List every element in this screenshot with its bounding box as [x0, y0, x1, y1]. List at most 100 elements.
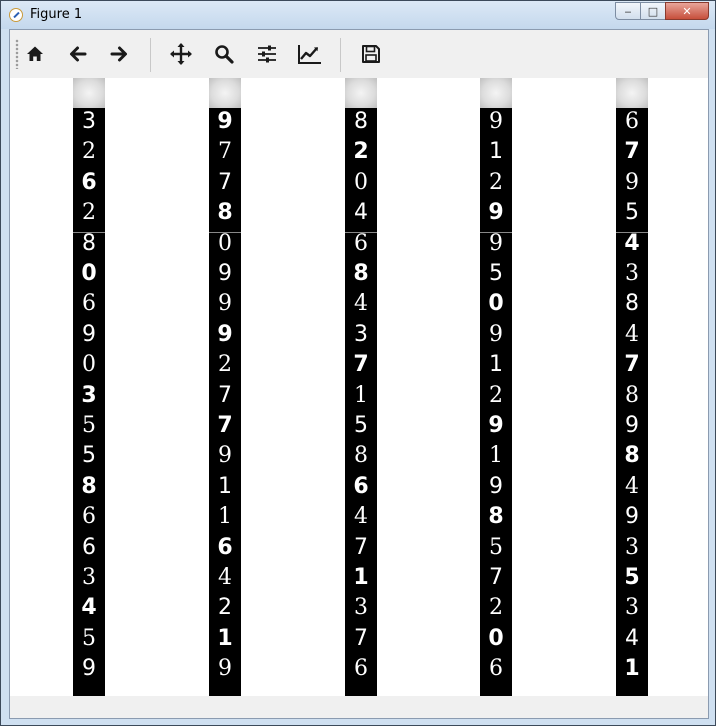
digit-sample: 4	[625, 625, 639, 651]
digit-sample: 3	[82, 565, 96, 590]
save-button[interactable]	[357, 40, 385, 68]
digit-sample: 0	[81, 261, 97, 286]
digit-sample: 1	[354, 382, 368, 408]
digit-sample: 1	[489, 352, 503, 378]
digit-sample: 3	[625, 534, 639, 560]
subplots-icon	[258, 45, 276, 63]
digit-sample: 8	[354, 109, 368, 134]
digit-sample: 9	[82, 321, 96, 347]
digit-sample: 4	[354, 200, 368, 226]
configure-subplots-button[interactable]	[253, 40, 281, 68]
minimize-button[interactable]: ‒	[615, 2, 641, 20]
digit-sample: 6	[353, 473, 369, 499]
image-strip: 3 2 6 2 8 0 6 9 0 3 5 5 8 6 6 3 4 5 9	[73, 78, 105, 696]
status-bar	[10, 696, 708, 718]
digit-sample: 2	[82, 139, 96, 165]
digit-sample: 9	[488, 413, 504, 438]
pan-button[interactable]	[167, 40, 195, 68]
digit-sample: 8	[625, 382, 639, 408]
home-icon	[27, 46, 43, 61]
digit-sample: 9	[489, 473, 503, 499]
digit-sample: 1	[217, 625, 233, 651]
image-strip: 6 7 9 5 4 3 8 4 7 8 9 8 4 9 3 5 3 4 1	[616, 78, 648, 696]
image-strip: 9 1 2 9 9 5 0 9 1 2 9 1 9 8 5 7 2 0 6	[480, 78, 512, 696]
digit-sample: 9	[217, 109, 233, 134]
digit-sample: 7	[353, 352, 369, 378]
edit-axis-button[interactable]	[296, 40, 324, 68]
close-button[interactable]: ✕	[665, 2, 709, 20]
back-icon	[70, 46, 87, 62]
digit-sample: 8	[624, 443, 640, 469]
digit-sample: 9	[625, 169, 639, 195]
digit-sample: 9	[625, 504, 639, 530]
digit-sample: 0	[82, 352, 96, 378]
digit-sample: 9	[625, 413, 639, 438]
close-icon: ✕	[682, 4, 692, 18]
digit-sample: 0	[488, 625, 504, 651]
digit-sample: 7	[489, 565, 503, 590]
digit-sample: 1	[353, 565, 369, 590]
digit-sample: 8	[217, 200, 233, 226]
digit-sample: 0	[218, 230, 232, 256]
digit-sample: 4	[625, 321, 639, 347]
digit-sample: 6	[489, 656, 503, 682]
digit-sample: 5	[82, 625, 96, 651]
digit-sample: 2	[82, 200, 96, 226]
digit-sample: 7	[217, 413, 233, 438]
digit-sample: 1	[218, 504, 232, 530]
digit-sample: 6	[82, 504, 96, 530]
strip-header-image	[480, 78, 512, 108]
save-icon	[362, 45, 380, 63]
edit-axis-icon	[298, 45, 321, 64]
digit-sample: 3	[625, 261, 639, 286]
pan-icon	[170, 43, 192, 65]
zoom-icon	[215, 45, 234, 64]
digit-sample: 9	[82, 656, 96, 682]
digit-sample: 2	[353, 139, 369, 165]
digit-sample: 6	[217, 534, 233, 560]
back-button[interactable]	[64, 40, 92, 68]
digit-sample: 5	[625, 200, 639, 226]
digit-sample: 0	[488, 291, 504, 317]
digit-sample: 7	[218, 169, 232, 195]
digit-sample: 7	[354, 625, 368, 651]
figure-client-area: 3262806903558663459977809992779116421982…	[9, 29, 709, 719]
toolbar-grip[interactable]	[15, 39, 19, 69]
strip-header-image	[209, 78, 241, 108]
digit-sample: 7	[354, 534, 368, 560]
digit-sample: 6	[82, 291, 96, 317]
toolbar-separator	[340, 38, 341, 72]
digit-sample: 7	[624, 352, 640, 378]
digit-sample: 9	[489, 321, 503, 347]
digit-sample: 4	[218, 565, 232, 590]
digit-sample: 9	[489, 230, 503, 256]
digit-sample: 2	[218, 595, 232, 621]
figure-canvas[interactable]: 3262806903558663459977809992779116421982…	[10, 78, 708, 696]
zoom-button[interactable]	[210, 40, 238, 68]
digit-sample: 6	[354, 230, 368, 256]
digit-sample: 8	[81, 473, 97, 499]
digit-sample: 6	[625, 109, 639, 134]
title-bar[interactable]: Figure 1 ‒ □ ✕	[1, 1, 715, 29]
window-title: Figure 1	[30, 7, 83, 22]
digit-sample: 1	[489, 139, 503, 165]
digit-sample: 4	[354, 504, 368, 530]
digit-sample: 5	[82, 413, 96, 438]
figure-window: Figure 1 ‒ □ ✕ 3 2 6 2 8 0 6 9 0 3 5 5 8…	[0, 0, 716, 726]
digit-sample: 1	[489, 443, 503, 469]
digit-sample: 9	[218, 656, 232, 682]
digit-sample: 4	[81, 595, 97, 621]
digit-sample: 3	[81, 382, 97, 408]
toolbar-separator	[150, 38, 151, 72]
forward-button[interactable]	[105, 40, 133, 68]
maximize-button[interactable]: □	[640, 2, 666, 20]
digit-sample: 2	[218, 352, 232, 378]
navigation-toolbar	[10, 30, 708, 78]
digit-sample: 1	[624, 656, 640, 682]
minimize-icon: ‒	[624, 4, 632, 18]
home-button[interactable]	[21, 40, 49, 68]
digit-sample: 4	[625, 473, 639, 499]
digit-sample: 9	[218, 443, 232, 469]
digit-sample: 8	[488, 504, 504, 530]
digit-sample: 7	[624, 139, 640, 165]
